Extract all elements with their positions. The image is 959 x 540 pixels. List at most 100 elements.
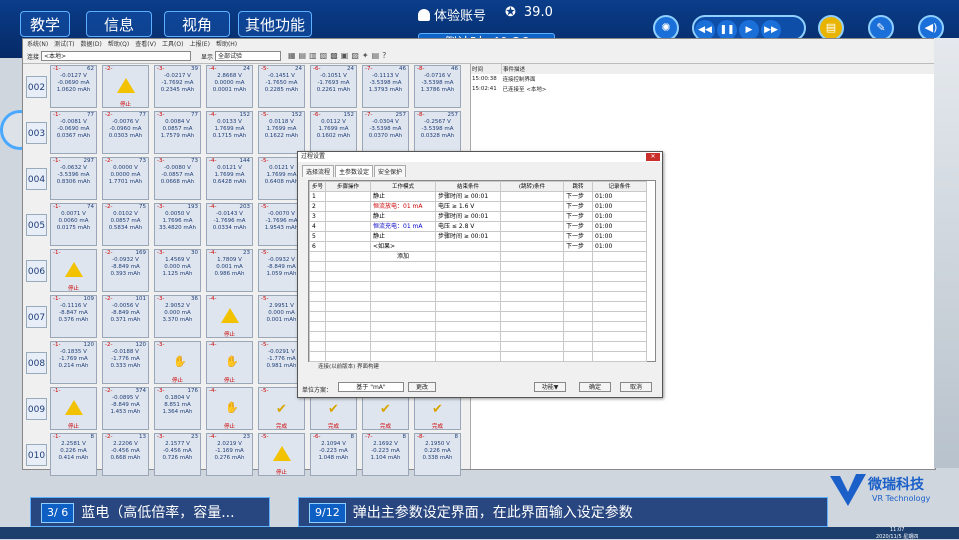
- channel-cell[interactable]: -2- 73 0.0000 V 0.0000 mA 1.7701 mAh: [102, 157, 149, 200]
- log-row: 15:00:38 连接控制界面: [471, 74, 934, 84]
- table-row[interactable]: 1 静止 步骤时间 ≥ 00:01 下一步 01:00: [308, 191, 647, 202]
- channel-cell[interactable]: -5- 停止: [258, 433, 305, 476]
- channel-cell[interactable]: -1- 停止: [50, 249, 97, 292]
- cell: [500, 241, 565, 252]
- function-button[interactable]: 功能▼: [534, 382, 566, 392]
- row-label: 006: [26, 260, 47, 282]
- menu-bar: 系统(N) 测试(T) 数据(D) 帮助(Q) 查看(V) 工具(O) 上报(E) 帮助(H): [23, 39, 935, 48]
- channel-cell[interactable]: -1- 109 -0.1116 V -8.847 mA 0.376 mAh: [50, 295, 97, 338]
- menu-item[interactable]: 测试(T): [54, 41, 74, 48]
- channel-cell[interactable]: -4- ✋ 停止: [206, 341, 253, 384]
- channel-cell[interactable]: -8- 46 -0.0716 V -3.5398 mA 1.3786 mAh: [414, 65, 461, 108]
- table-row[interactable]: 6 <如果> 下一步 01:00: [308, 241, 647, 252]
- channel-cell[interactable]: -8- 8 2.1950 V 0.226 mA 0.338 mAh: [414, 433, 461, 476]
- channel-cell[interactable]: -4- 203 -0.0143 V -1.7696 mA 0.0334 mAh: [206, 203, 253, 246]
- channel-cell[interactable]: -3- 39 -0.0217 V -1.7692 mA 0.2345 mAh: [154, 65, 201, 108]
- tab-select-process[interactable]: 选择流程: [302, 165, 335, 177]
- channel-cell[interactable]: -2- 77 -0.0076 V -0.0960 mA 0.0303 mAh: [102, 111, 149, 154]
- channel-cell[interactable]: -4- 152 0.0133 V 1.7699 mA 0.1715 mAh: [206, 111, 253, 154]
- menu-item[interactable]: 帮助(H): [216, 41, 237, 48]
- channel-cell[interactable]: -4- 23 1.7809 V 0.001 mA 0.986 mAh: [206, 249, 253, 292]
- tab-other-functions[interactable]: 其他功能: [238, 11, 312, 37]
- add-step-button[interactable]: 添加: [370, 251, 437, 262]
- channel-step: 77: [191, 112, 198, 118]
- cancel-button[interactable]: 取消: [620, 382, 652, 392]
- channel-cell[interactable]: -3- 77 0.0084 V 0.0857 mA 1.7579 mAh: [154, 111, 201, 154]
- channel-cell[interactable]: -7- 8 2.1692 V -0.223 mA 1.104 mAh: [362, 433, 409, 476]
- channel-cell[interactable]: -3- 176 0.1804 V 8.851 mA 1.364 mAh: [154, 387, 201, 430]
- display-select[interactable]: 全部试验: [215, 51, 281, 61]
- channel-reading: 0.0071 V: [61, 211, 86, 217]
- channel-cell[interactable]: -1- 120 -0.1835 V -1.769 mA 0.214 mAh: [50, 341, 97, 384]
- table-row[interactable]: 添加: [308, 251, 647, 262]
- channel-cell[interactable]: -1- 74 0.0071 V 0.0060 mA 0.0175 mAh: [50, 203, 97, 246]
- mode-select[interactable]: <如果>: [370, 241, 437, 252]
- check-icon: ✔: [380, 402, 391, 417]
- channel-cell[interactable]: -2- 停止: [102, 65, 149, 108]
- channel-reading: 0.0303 mAh: [108, 133, 143, 139]
- channel-cell[interactable]: -6- 152 0.0112 V 1.7699 mA 0.1602 mAh: [310, 111, 357, 154]
- channel-cell[interactable]: -5- 152 0.0118 V 1.7699 mA 0.1622 mAh: [258, 111, 305, 154]
- channel-cell[interactable]: -4- 停止: [206, 295, 253, 338]
- channel-cell[interactable]: -1- 62 -0.0127 V -0.0690 mA 1.0620 mAh: [50, 65, 97, 108]
- connect-select[interactable]: <本地>: [41, 51, 191, 61]
- menu-item[interactable]: 系统(N): [27, 41, 48, 48]
- channel-cell[interactable]: -2- 374 -0.0895 V -8.849 mA 1.453 mAh: [102, 387, 149, 430]
- play-icon[interactable]: ▶: [739, 20, 759, 40]
- rewind-icon[interactable]: ◀◀: [695, 20, 715, 40]
- change-button[interactable]: 更改: [408, 382, 436, 392]
- channel-cell[interactable]: -1- 77 -0.0081 V -0.0690 mA 0.0367 mAh: [50, 111, 97, 154]
- menu-item[interactable]: 帮助(Q): [108, 41, 129, 48]
- tab-view[interactable]: 视角: [164, 11, 230, 37]
- channel-cell[interactable]: -2- 75 0.0102 V 0.0857 mA 0.5834 mAh: [102, 203, 149, 246]
- menu-item[interactable]: 数据(D): [81, 41, 102, 48]
- menu-item[interactable]: 上报(E): [189, 41, 209, 48]
- table-row[interactable]: 3 静止 步骤时间 ≥ 00:01 下一步 01:00: [308, 211, 647, 222]
- tab-teaching[interactable]: 教学: [20, 11, 70, 37]
- channel-cell[interactable]: -2- 169 -0.0932 V -8.849 mA 0.393 mAh: [102, 249, 149, 292]
- channel-cell[interactable]: -3- ✋ 停止: [154, 341, 201, 384]
- tab-main-params[interactable]: 主参数设定: [335, 165, 374, 177]
- channel-cell[interactable]: -3- 30 1.4569 V 0.000 mA 1.125 mAh: [154, 249, 201, 292]
- channel-cell[interactable]: -4- 23 2.0219 V -1.169 mA 0.276 mAh: [206, 433, 253, 476]
- channel-cell[interactable]: -1- 297 -0.0632 V -3.5396 mA 0.8306 mAh: [50, 157, 97, 200]
- table-row[interactable]: 4 恒流充电：01 mA 电压 ≤ 2.8 V 下一步 01:00: [308, 221, 647, 232]
- channel-cell[interactable]: -4- 24 2.8668 V 0.0000 mA 0.0001 mAh: [206, 65, 253, 108]
- channel-number: -1-: [53, 342, 61, 348]
- channel-step: 77: [139, 112, 146, 118]
- channel-cell[interactable]: -7- 46 -0.1113 V -3.5398 mA 1.3793 mAh: [362, 65, 409, 108]
- pause-icon[interactable]: ❚❚: [717, 20, 737, 40]
- channel-cell[interactable]: -3- 23 2.1577 V -0.456 mA 0.726 mAh: [154, 433, 201, 476]
- table-row[interactable]: 5 静止 步骤时间 ≥ 00:01 下一步 01:00: [308, 231, 647, 242]
- channel-reading: 0.371 mAh: [110, 317, 141, 323]
- channel-cell[interactable]: -3- 36 2.9052 V 0.000 mA 3.370 mAh: [154, 295, 201, 338]
- channel-cell[interactable]: -2- 120 -0.0188 V -1.776 mA 0.333 mAh: [102, 341, 149, 384]
- connect-label: 连接: [27, 54, 40, 61]
- channel-cell[interactable]: -2- 101 -0.0056 V -8.849 mA 0.371 mAh: [102, 295, 149, 338]
- channel-reading: 0.0121 V: [217, 165, 242, 171]
- channel-cell[interactable]: -8- 257 -0.2567 V -3.5398 mA 0.0328 mAh: [414, 111, 461, 154]
- channel-cell[interactable]: -6- 24 -0.1051 V -1.7693 mA 0.2261 mAh: [310, 65, 357, 108]
- channel-status: 停止: [171, 378, 183, 384]
- channel-cell[interactable]: -3- 73 -0.0080 V -0.0857 mA 0.0668 mAh: [154, 157, 201, 200]
- channel-cell[interactable]: -3- 193 0.0050 V 1.7696 mA 33.4820 mAh: [154, 203, 201, 246]
- channel-cell[interactable]: -4- ✋ 停止: [206, 387, 253, 430]
- channel-step: 24: [243, 66, 250, 72]
- menu-item[interactable]: 工具(O): [162, 41, 183, 48]
- channel-cell[interactable]: -5- 24 -0.1451 V -1.7650 mA 0.2285 mAh: [258, 65, 305, 108]
- channel-cell[interactable]: -4- 144 0.0121 V 1.7699 mA 0.6428 mAh: [206, 157, 253, 200]
- tab-info[interactable]: 信息: [86, 11, 152, 37]
- menu-item[interactable]: 查看(V): [135, 41, 156, 48]
- channel-cell[interactable]: -1- 停止: [50, 387, 97, 430]
- channel-cell[interactable]: -1- 8 2.2581 V 0.226 mA 0.414 mAh: [50, 433, 97, 476]
- toolbar-icons[interactable]: ▦▤▥▧▩▣▨✦▤?: [288, 51, 389, 60]
- close-icon[interactable]: ✕: [646, 153, 660, 161]
- table-row[interactable]: 2 恒流放电：01 mA 电压 ≥ 1.6 V 下一步 01:00: [308, 201, 647, 212]
- ok-button[interactable]: 确定: [579, 382, 611, 392]
- tab-safety[interactable]: 安全保护: [374, 165, 407, 177]
- fast-forward-icon[interactable]: ▶▶: [761, 20, 781, 40]
- cell: 步骤时间 ≥ 00:01: [435, 191, 502, 202]
- channel-cell[interactable]: -7- 257 -0.0304 V -3.5398 mA 0.0370 mAh: [362, 111, 409, 154]
- channel-cell[interactable]: -2- 13 2.2206 V -0.456 mA 0.668 mAh: [102, 433, 149, 476]
- channel-cell[interactable]: -6- 8 2.1094 V -0.223 mA 1.048 mAh: [310, 433, 357, 476]
